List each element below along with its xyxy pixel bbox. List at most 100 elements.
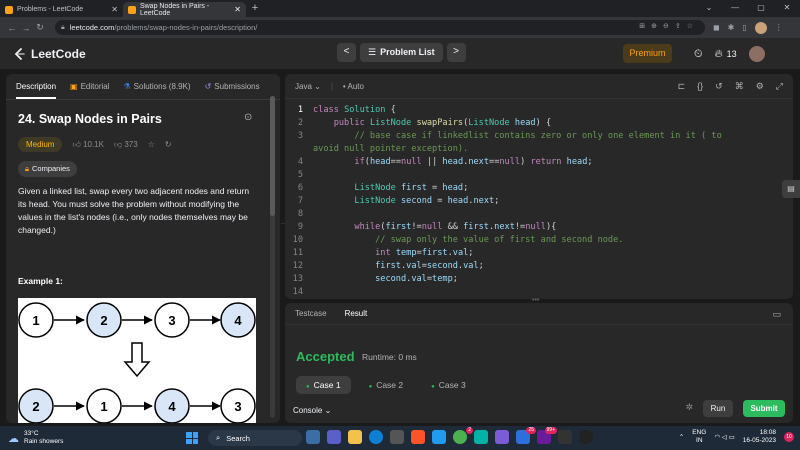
sidebar-icon[interactable]: ▯ [742, 23, 746, 32]
collapse-panel-icon[interactable]: ▭ [772, 309, 781, 320]
file-explorer-icon[interactable] [348, 430, 362, 444]
next-problem-button[interactable]: > [446, 43, 466, 62]
tab-result[interactable]: Result [345, 309, 368, 318]
console-toggle[interactable]: Console ⌄ [293, 406, 331, 415]
submit-button[interactable]: Submit [743, 400, 785, 417]
extension-icon[interactable]: ◼ [713, 23, 720, 32]
menu-dots-icon[interactable]: ⋮ [775, 23, 783, 32]
code-line[interactable]: 5 [285, 169, 793, 182]
lock-icon[interactable]: 🔒︎ [61, 24, 65, 32]
profile-avatar[interactable] [754, 21, 767, 34]
clock[interactable]: 18:08 16-05-2023 [743, 429, 776, 445]
bing-app-icon[interactable] [306, 430, 320, 444]
chrome-browser-icon[interactable]: 2 [453, 427, 473, 444]
runtime-text: Runtime: 0 ms [362, 352, 417, 362]
terminal-app-icon[interactable] [558, 430, 572, 444]
fullscreen-icon[interactable]: ⤢ [776, 81, 783, 92]
edge-browser-icon[interactable] [369, 430, 383, 444]
app-icon[interactable]: 99+ [537, 427, 557, 444]
code-line[interactable]: 2 public ListNode swapPairs(ListNode hea… [285, 117, 793, 130]
notification-count[interactable]: 10 [784, 432, 794, 442]
brave-browser-icon[interactable] [411, 430, 425, 444]
notes-side-icon[interactable]: ▤ [782, 180, 800, 198]
premium-button[interactable]: Premium [623, 44, 672, 63]
address-bar[interactable]: 🔒︎ leetcode.com/problems/swap-nodes-in-p… [55, 20, 705, 35]
code-line[interactable]: 11 int temp=first.val; [285, 247, 793, 260]
code-line[interactable]: 13 second.val=temp; [285, 273, 793, 286]
run-button[interactable]: Run [703, 400, 733, 417]
code-line[interactable]: 6 ListNode first = head; [285, 182, 793, 195]
browser-tab-swap-nodes[interactable]: Swap Nodes in Pairs - LeetCode ✕ [123, 2, 246, 17]
reload-icon[interactable]: ↻ [33, 22, 47, 33]
case-2-tab[interactable]: ● Case 2 [359, 376, 414, 394]
puzzle-icon[interactable]: ✱ [728, 23, 735, 32]
windows-start-icon[interactable] [186, 432, 198, 444]
omnibox-action-icons[interactable]: ⊞⊕⊖⇪☆ [639, 22, 699, 30]
timer-icon[interactable]: ⏲ [694, 48, 703, 61]
user-avatar[interactable] [748, 46, 765, 62]
dell-app-icon[interactable] [579, 430, 593, 444]
companies-tag[interactable]: 🔒︎ Companies [18, 161, 77, 177]
tab-search-icon[interactable]: ⌄ [696, 0, 722, 17]
close-tab-icon[interactable]: ✕ [111, 5, 118, 14]
app-icon[interactable]: 25 [516, 427, 536, 444]
code-line[interactable]: 4 if(head==null || head.next==null) retu… [285, 156, 793, 169]
maximize-button[interactable]: ▢ [748, 0, 774, 17]
tab-solutions[interactable]: ⚗ Solutions (8.9K) [123, 82, 190, 91]
browser-tab-problems[interactable]: Problems - LeetCode ✕ [0, 2, 123, 17]
case-1-tab[interactable]: ● Case 1 [296, 376, 351, 394]
scrollbar-thumb[interactable] [270, 96, 275, 216]
streak-fire-icon[interactable]: 🔥︎ [715, 48, 723, 61]
wifi-volume-battery-icons[interactable]: ◠ ◁ ▭ [714, 433, 734, 441]
braces-icon[interactable]: {} [697, 81, 703, 92]
case-3-tab[interactable]: ● Case 3 [421, 376, 476, 394]
leetcode-logo[interactable]: LeetCode [12, 47, 86, 61]
prev-problem-button[interactable]: < [337, 43, 356, 62]
new-tab-button[interactable]: + [248, 2, 262, 17]
more-options-icon[interactable]: ⊙ [244, 112, 252, 123]
code-line[interactable]: 3 // base case if linkedlist contains ze… [285, 130, 793, 143]
code-line[interactable]: 1 class Solution { [285, 104, 793, 117]
back-icon[interactable]: ← [5, 23, 19, 33]
forward-icon[interactable]: → [19, 23, 33, 33]
code-line[interactable]: 8 [285, 208, 793, 221]
flask-icon: ⚗ [123, 82, 131, 91]
code-line[interactable]: 12 first.val=second.val; [285, 260, 793, 273]
code-line[interactable]: 10 // swap only the value of first and s… [285, 234, 793, 247]
bookmark-icon[interactable]: ⊏ [678, 81, 686, 92]
close-window-button[interactable]: ✕ [774, 0, 800, 17]
store-app-icon[interactable] [390, 430, 404, 444]
tab-submissions[interactable]: ↺ Submissions [205, 82, 260, 91]
teams-app-icon[interactable] [327, 430, 341, 444]
shortcut-icon[interactable]: ⌘ [735, 81, 744, 92]
dislike-button[interactable]: 👎︎ 373 [114, 140, 138, 150]
close-tab-icon[interactable]: ✕ [234, 5, 241, 14]
code-area[interactable]: 1 class Solution {2 public ListNode swapP… [285, 104, 793, 299]
tab-testcase[interactable]: Testcase [295, 309, 327, 318]
node-row1-2: 2 [86, 302, 122, 338]
settings-icon[interactable]: ⚙ [756, 81, 764, 92]
vscode-app-icon[interactable] [432, 430, 446, 444]
star-icon[interactable]: ☆ [148, 140, 155, 149]
code-line[interactable]: 7 ListNode second = head.next; [285, 195, 793, 208]
code-line[interactable]: 9 while(first!=null && first.next!=null)… [285, 221, 793, 234]
chevron-up-icon[interactable]: ⌃ [679, 433, 684, 441]
tab-editorial[interactable]: ▣ Editorial [70, 82, 109, 91]
like-button[interactable]: 👍︎ 10.1K [72, 140, 104, 150]
app-icon[interactable] [495, 430, 509, 444]
language-indicator[interactable]: ENG IN [692, 429, 706, 445]
tab-submissions-label: Submissions [214, 82, 260, 91]
reset-icon[interactable]: ↺ [715, 81, 723, 92]
tab-description[interactable]: Description [16, 82, 57, 99]
autocomplete-mode[interactable]: • Auto [343, 82, 364, 91]
weather-widget[interactable]: ☁ 33°C Rain showers [8, 430, 63, 446]
share-icon[interactable]: ↻ [165, 140, 172, 149]
problem-list-button[interactable]: ☰ Problem List [360, 43, 443, 62]
code-line[interactable]: avoid null pointer exception). [285, 143, 793, 156]
app-icon[interactable] [474, 430, 488, 444]
taskbar-search[interactable]: ⌕ Search [208, 430, 302, 446]
minimize-button[interactable]: — [722, 0, 748, 17]
language-select[interactable]: Java ⌄ [295, 82, 321, 91]
description-scrollbar[interactable] [270, 96, 275, 418]
debug-icon[interactable]: ✲ [685, 402, 693, 413]
